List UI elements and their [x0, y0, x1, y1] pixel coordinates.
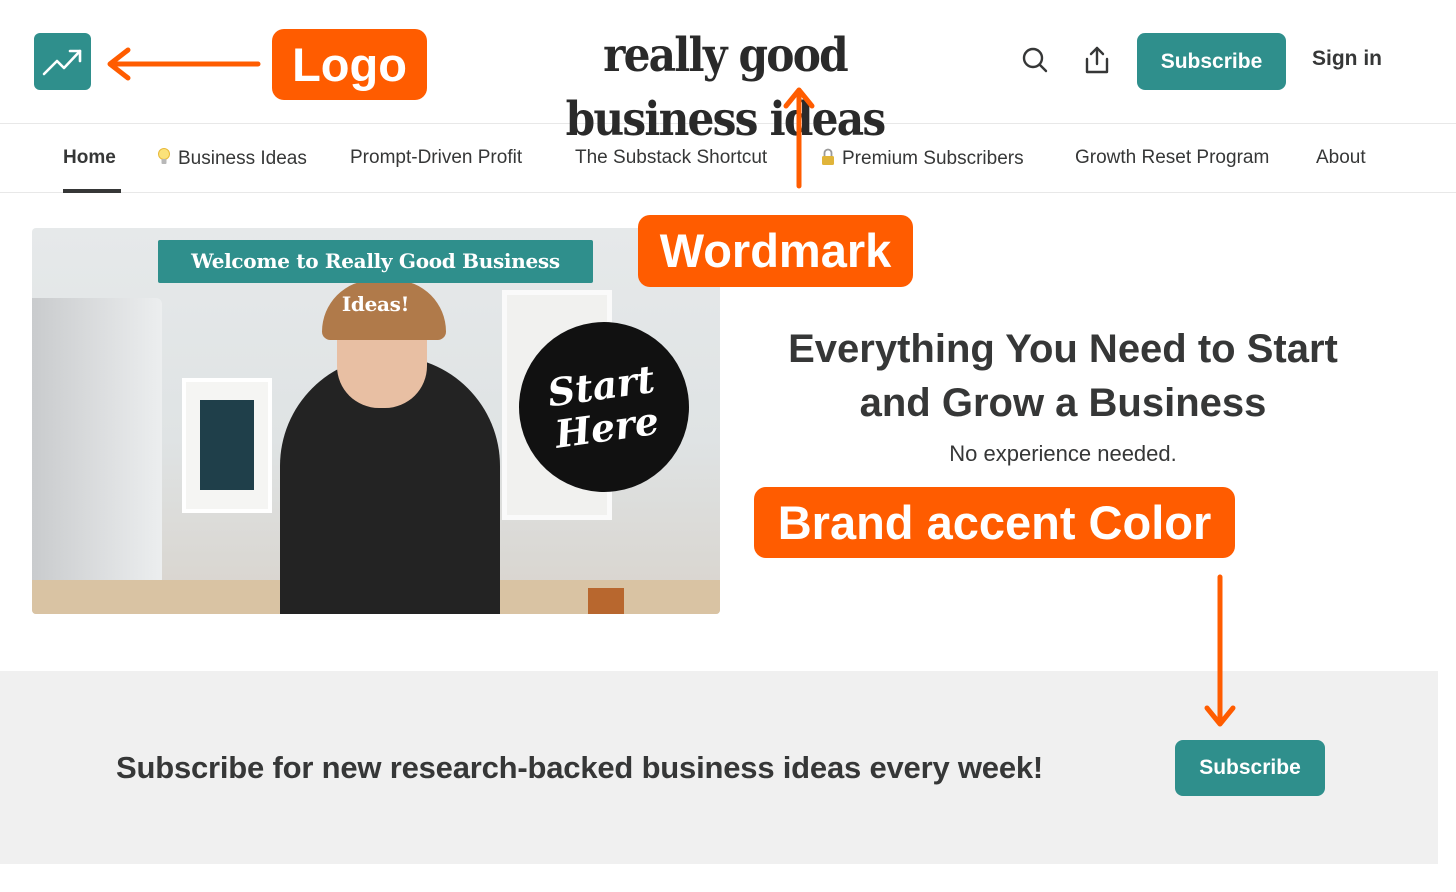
nav-item-label: Business Ideas	[178, 148, 307, 169]
site-header: really good business ideas Subscribe Sig…	[0, 0, 1456, 147]
share-icon[interactable]	[1081, 44, 1113, 76]
subscribe-button[interactable]: Subscribe	[1137, 33, 1286, 90]
nav-item-business-ideas[interactable]: Business Ideas	[156, 147, 307, 170]
hero-title: Everything You Need to Start and Grow a …	[760, 322, 1366, 430]
annotation-brand-accent-color: Brand accent Color	[754, 487, 1235, 558]
subscribe-band-button[interactable]: Subscribe	[1175, 740, 1325, 796]
subscribe-prompt: Subscribe for new research-backed busine…	[116, 750, 1044, 785]
lightbulb-icon	[158, 148, 170, 164]
welcome-banner: Welcome to Really Good Business Ideas!	[158, 240, 593, 316]
sign-in-link[interactable]: Sign in	[1312, 47, 1382, 71]
nav-item-home[interactable]: Home	[63, 147, 116, 169]
pencil-cup	[588, 588, 624, 614]
trending-up-icon	[42, 49, 82, 76]
logo[interactable]	[34, 33, 91, 90]
annotation-logo: Logo	[272, 29, 427, 100]
hero-title-line: and Grow a Business	[859, 381, 1267, 425]
nav-item-premium-subscribers[interactable]: Premium Subscribers	[820, 147, 1024, 170]
computer-monitor	[32, 298, 162, 598]
nav-item-label: Premium Subscribers	[842, 148, 1024, 169]
nav-item-prompt-driven-profit[interactable]: Prompt-Driven Profit	[350, 147, 522, 169]
hero-subtitle: No experience needed.	[949, 441, 1177, 466]
lock-icon	[822, 148, 834, 165]
hero-title-line: Everything You Need to Start	[788, 327, 1338, 371]
hero-image[interactable]: Welcome to Really Good Business Ideas! S…	[32, 228, 720, 614]
wall-art-frame	[182, 378, 272, 513]
nav-item-about[interactable]: About	[1316, 147, 1366, 169]
nav-item-growth-reset-program[interactable]: Growth Reset Program	[1075, 147, 1269, 169]
active-tab-indicator	[63, 189, 121, 193]
nav-bar: Home Business Ideas Prompt-Driven Profit…	[0, 125, 1456, 193]
annotation-wordmark: Wordmark	[638, 215, 913, 287]
search-icon[interactable]	[1019, 44, 1051, 76]
nav-item-substack-shortcut[interactable]: The Substack Shortcut	[575, 147, 767, 169]
